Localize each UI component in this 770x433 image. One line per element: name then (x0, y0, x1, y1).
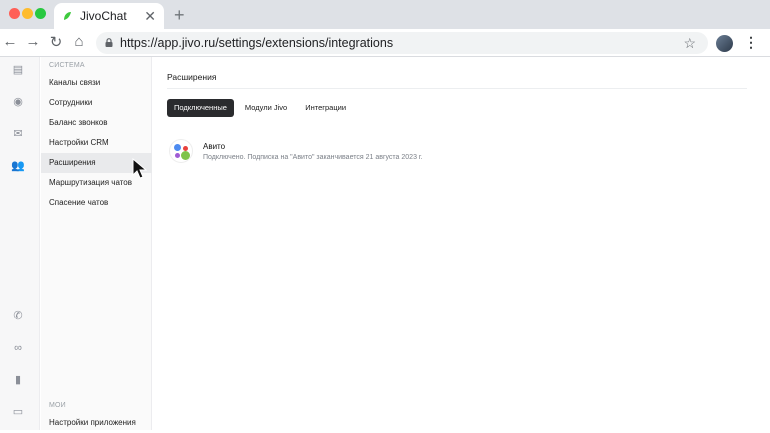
visitors-icon[interactable]: ◉ (11, 95, 25, 109)
lock-icon (105, 38, 113, 47)
maximize-window-button[interactable] (35, 8, 46, 19)
mail-icon[interactable]: ✉ (11, 127, 25, 141)
close-tab-icon[interactable]: ✕ (144, 8, 156, 25)
phone-icon[interactable]: ✆ (11, 309, 25, 323)
billing-card-icon[interactable]: ▭ (11, 405, 25, 419)
sidebar-item-employees[interactable]: Сотрудники (41, 93, 152, 113)
binoculars-icon[interactable]: ∞ (11, 341, 25, 355)
tab-connected[interactable]: Подключенные (167, 99, 234, 117)
tab-title: JivoChat (80, 9, 127, 23)
team-icon[interactable]: 👥 (11, 159, 25, 173)
tab-bar: JivoChat ✕ + (0, 0, 770, 29)
url-text: https://app.jivo.ru/settings/extensions/… (120, 36, 394, 50)
new-tab-icon[interactable]: + (174, 5, 185, 26)
minimize-window-button[interactable] (22, 8, 33, 19)
home-icon[interactable]: ⌂ (69, 33, 89, 50)
sidebar-item-channels[interactable]: Каналы связи (41, 73, 152, 93)
jivo-favicon-icon (64, 12, 71, 20)
browser-chrome: JivoChat ✕ + ← → ↻ ⌂ https://app.jivo.ru… (0, 0, 770, 57)
sidebar-item-call-balance[interactable]: Баланс звонков (41, 113, 152, 133)
tab-integrations[interactable]: Интеграции (298, 99, 353, 117)
avito-logo-icon (169, 139, 193, 163)
icon-rail: ▤ ◉ ✉ 👥 ✆ ∞ ▮ ▭ (0, 57, 40, 430)
main-content: Расширения Подключенные Модули Jivo Инте… (153, 57, 770, 430)
back-icon[interactable]: ← (0, 33, 20, 50)
page-title: Расширения (167, 72, 217, 82)
extension-description: Подключено. Подписка на "Авито" заканчив… (203, 154, 423, 161)
profile-avatar[interactable] (716, 35, 733, 52)
sidebar-item-crm-settings[interactable]: Настройки CRM (41, 133, 152, 153)
browser-tab[interactable]: JivoChat ✕ (54, 3, 164, 29)
browser-toolbar: ← → ↻ ⌂ https://app.jivo.ru/settings/ext… (0, 29, 770, 57)
close-window-button[interactable] (9, 8, 20, 19)
extension-name: Авито (203, 142, 226, 151)
reload-icon[interactable]: ↻ (46, 33, 66, 51)
extension-tabs: Подключенные Модули Jivo Интеграции (167, 99, 353, 117)
mouse-cursor-icon (132, 158, 148, 179)
forward-icon[interactable]: → (23, 33, 43, 50)
menu-kebab-icon[interactable]: ⋮ (744, 34, 758, 51)
stats-icon[interactable]: ▮ (11, 373, 25, 387)
section-my-label: МОИ (49, 402, 66, 409)
address-bar[interactable]: https://app.jivo.ru/settings/extensions/… (96, 32, 708, 54)
bookmark-star-icon[interactable]: ☆ (683, 32, 696, 54)
sidebar-item-app-settings[interactable]: Настройки приложения (41, 413, 152, 433)
sidebar-item-chat-rescue[interactable]: Спасение чатов (41, 193, 152, 213)
section-system-label: СИСТЕМА (49, 62, 85, 69)
extension-item-avito[interactable]: Авито Подключено. Подписка на "Авито" за… (169, 139, 423, 163)
divider (167, 88, 747, 89)
settings-sidebar: СИСТЕМА Каналы связи Сотрудники Баланс з… (41, 57, 152, 430)
tab-jivo-modules[interactable]: Модули Jivo (238, 99, 294, 117)
chats-icon[interactable]: ▤ (11, 63, 25, 77)
